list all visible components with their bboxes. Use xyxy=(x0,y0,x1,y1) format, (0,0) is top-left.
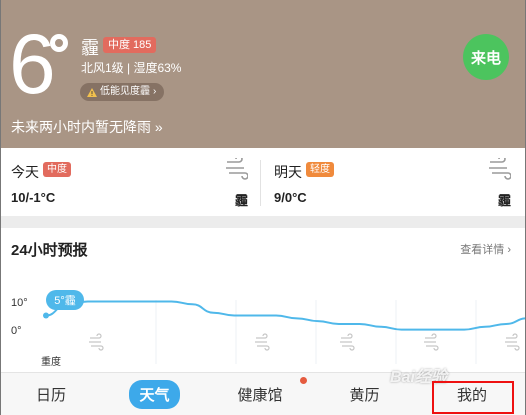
section-gap xyxy=(1,216,525,228)
app-screen: 6 霾 中度 185 北风1级 | 湿度63% 低能见度霾 › 未来两小时内暂无… xyxy=(0,0,526,415)
power-button[interactable]: 来电 xyxy=(463,34,509,80)
tab-health[interactable]: 健康馆 xyxy=(208,373,312,415)
day-card-today[interactable]: 今天 中度 10/-1°C 霾 xyxy=(1,148,264,216)
day-name: 今天 xyxy=(11,164,39,180)
rain-forecast-link[interactable]: 未来两小时内暂无降雨 » xyxy=(11,117,163,137)
haze-icon xyxy=(89,333,104,351)
y-tick-label: 0° xyxy=(11,325,22,337)
chart-point xyxy=(43,312,49,319)
haze-icon xyxy=(226,158,248,180)
visibility-warning[interactable]: 低能见度霾 › xyxy=(80,83,165,101)
day-name: 明天 xyxy=(274,164,302,180)
highlight-annotation-box xyxy=(432,381,514,414)
warning-icon xyxy=(87,87,97,97)
aqi-badge[interactable]: 中度 185 xyxy=(103,37,157,53)
tab-label: 健康馆 xyxy=(237,387,283,404)
y-tick-label: 10° xyxy=(11,297,28,309)
haze-icon xyxy=(424,333,439,351)
tab-label: 日历 xyxy=(35,387,66,404)
day-temperature-range: 9/0°C xyxy=(274,190,307,205)
notification-dot xyxy=(300,377,307,384)
hourly-temperature-chart[interactable]: 10° 0° 5°霾 重度 xyxy=(1,228,526,372)
tab-weather[interactable]: 天气 xyxy=(101,373,208,415)
day-condition: 霾 xyxy=(234,193,248,208)
tab-label: 黄历 xyxy=(349,387,380,404)
day-card-tomorrow[interactable]: 明天 轻度 9/0°C 霾 xyxy=(264,148,525,216)
current-weather-header: 6 霾 中度 185 北风1级 | 湿度63% 低能见度霾 › 未来两小时内暂无… xyxy=(1,0,525,148)
divider xyxy=(260,160,261,206)
haze-icon xyxy=(255,333,270,351)
haze-icon xyxy=(489,158,511,180)
chevron-right-icon: › xyxy=(153,86,157,97)
day-aqi-badge: 轻度 xyxy=(306,162,334,177)
daily-summary: 今天 中度 10/-1°C 霾 明天 轻度 9/0°C 霾 xyxy=(1,148,525,216)
bubble-label: 5°霾 xyxy=(54,294,76,307)
current-hour-bubble: 5°霾 xyxy=(46,290,84,310)
degree-symbol xyxy=(50,34,68,52)
tab-label: 天气 xyxy=(129,380,180,409)
haze-icon xyxy=(505,333,520,351)
temperature-line xyxy=(45,300,525,331)
wind-humidity: 北风1级 | 湿度63% xyxy=(81,61,182,75)
haze-icon xyxy=(340,333,355,351)
day-aqi-badge: 中度 xyxy=(43,162,71,177)
day-temperature-range: 10/-1°C xyxy=(11,190,56,205)
tab-calendar[interactable]: 日历 xyxy=(1,373,101,415)
chart-points xyxy=(43,312,49,319)
current-temperature: 6 xyxy=(9,17,56,111)
hourly-haze-icons xyxy=(89,333,520,351)
visibility-label: 低能见度霾 xyxy=(100,86,150,97)
hourly-aqi-label: 重度 xyxy=(41,355,61,368)
hourly-forecast-panel: 24小时预报 查看详情 › 10° 0° 5°霾 重度 xyxy=(1,228,526,372)
day-condition: 霾 xyxy=(497,193,511,208)
current-condition: 霾 xyxy=(81,38,99,58)
